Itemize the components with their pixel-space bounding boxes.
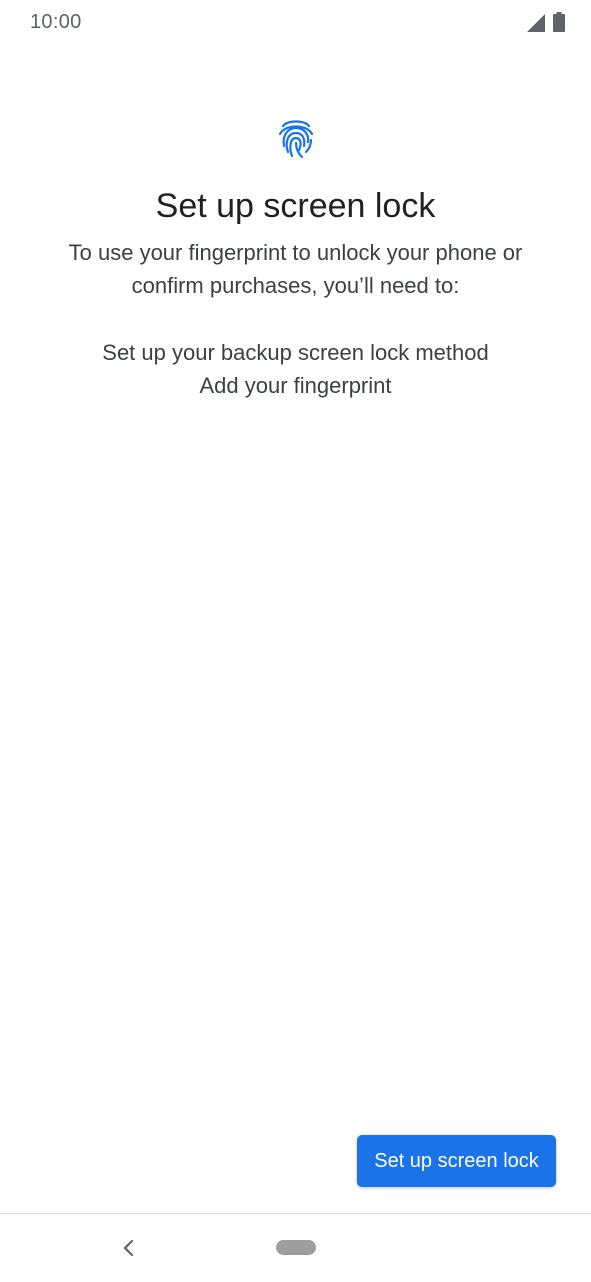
status-time: 10:00 [30, 11, 82, 33]
requirements-list: Set up your backup screen lock method Ad… [0, 336, 591, 402]
fingerprint-icon [278, 120, 314, 159]
signal-icon [527, 14, 545, 32]
back-button[interactable] [116, 1234, 140, 1262]
battery-icon [553, 12, 565, 32]
description-text: To use your fingerprint to unlock your p… [68, 240, 523, 298]
status-bar: 10:00 [0, 0, 591, 46]
page-title: Set up screen lock [155, 187, 436, 225]
set-up-screen-lock-button[interactable]: Set up screen lock [357, 1135, 556, 1187]
status-icons [527, 12, 565, 32]
navigation-bar [0, 1214, 591, 1282]
back-icon [123, 1239, 134, 1257]
list-item-add-fingerprint: Add your fingerprint [199, 373, 392, 398]
home-pill-icon[interactable] [276, 1240, 316, 1255]
list-item-backup-lock: Set up your backup screen lock method [102, 340, 489, 365]
